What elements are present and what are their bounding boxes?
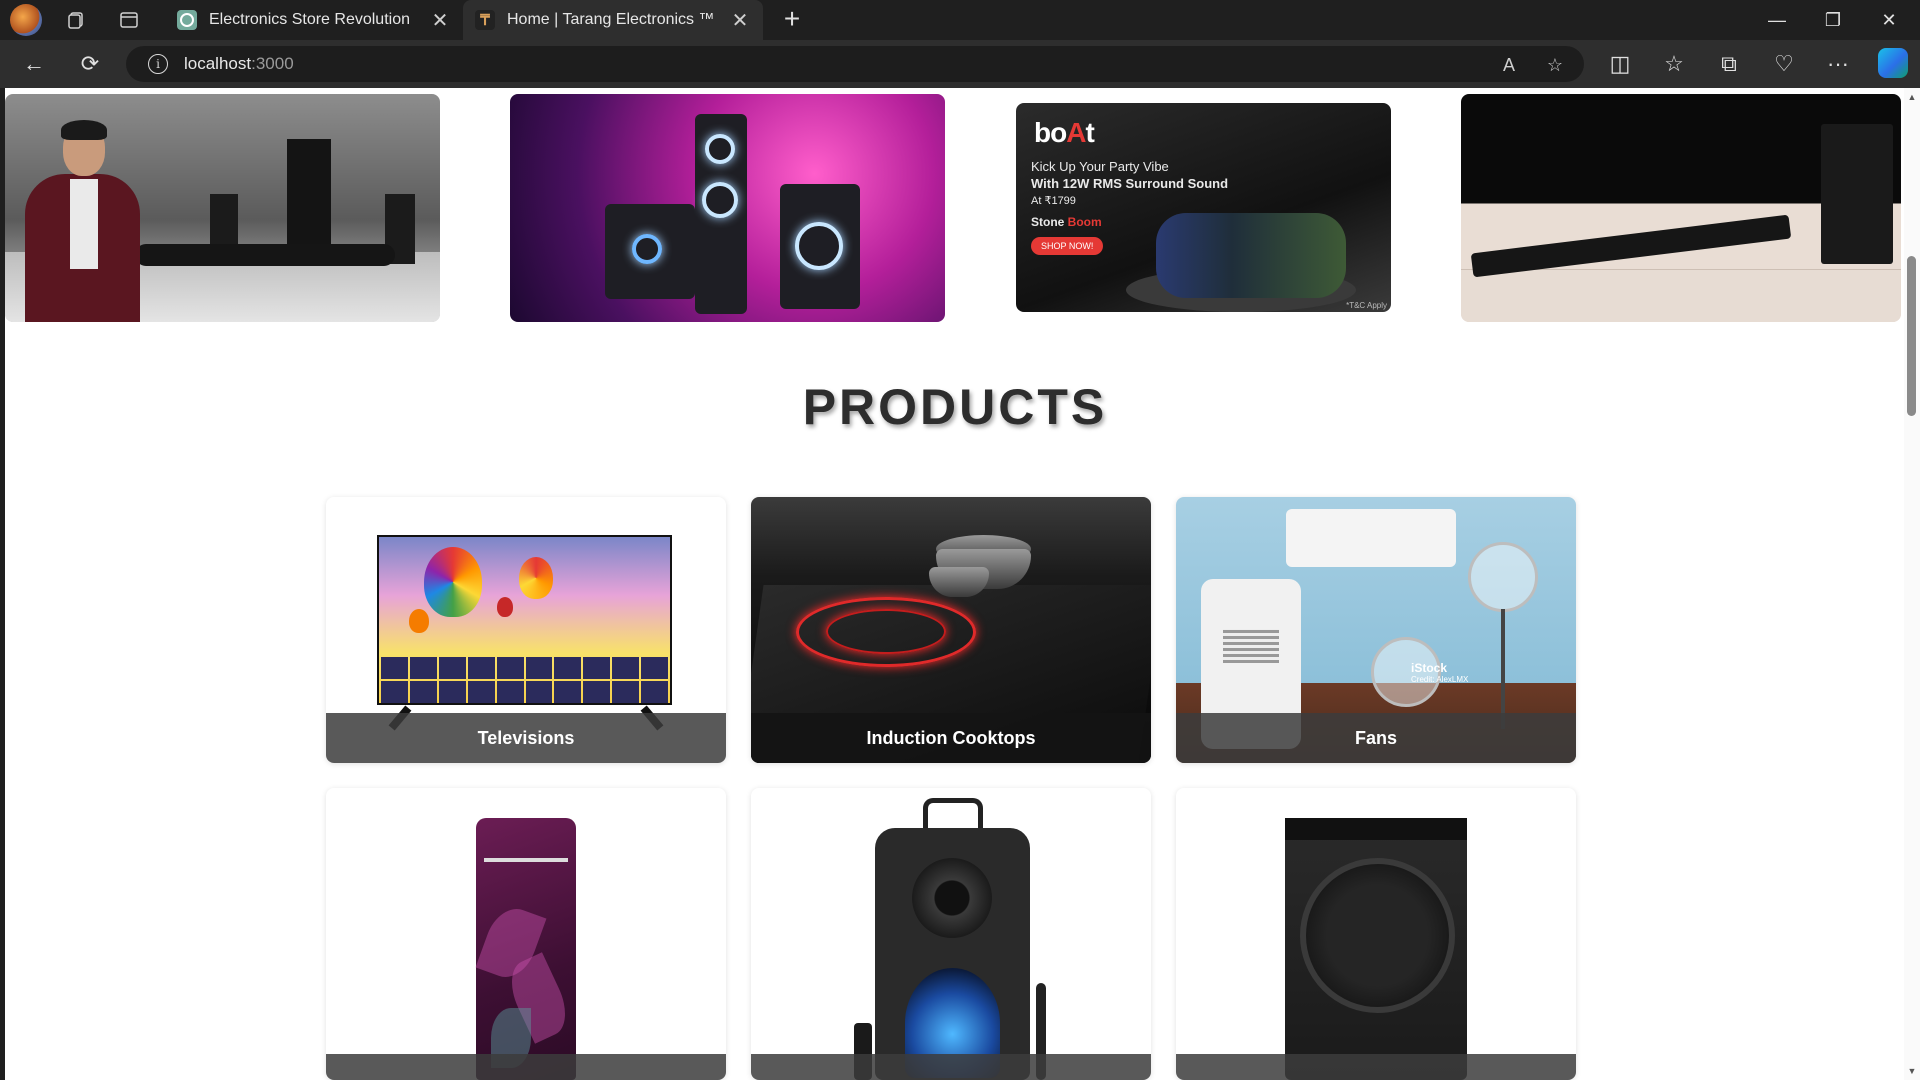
workspaces-icon[interactable] [62,6,92,34]
refrigerator-image [475,818,576,1080]
product-card-fans[interactable]: iStock Credit: AlexLMX Fans [1176,497,1576,763]
close-window-button[interactable]: ✕ [1862,0,1916,40]
browser-toolbar: ← ⟳ i localhost:3000 A ☆ ◫ ☆ ⧉ ♡ ··· [0,40,1920,88]
pedestal-fan-image [1468,542,1538,612]
product-label: Fans [1176,713,1576,763]
product-label: Televisions [326,713,726,763]
stone-speaker-image [1156,213,1346,298]
url-text: localhost:3000 [184,54,294,73]
speaker-ring [702,182,738,218]
product-card-washing-machines[interactable] [1176,788,1576,1080]
page-scrollbar[interactable]: ▲ ▼ [1904,88,1920,1080]
site-info-icon[interactable]: i [148,54,168,74]
speaker-ring [705,134,735,164]
scroll-down-icon[interactable]: ▼ [1907,1066,1917,1076]
product-label-bar [751,1054,1151,1080]
page-viewport: boAt Kick Up Your Party Vibe With 12W RM… [5,88,1920,1080]
new-tab-button[interactable]: + [776,4,808,36]
performance-icon[interactable]: ♡ [1766,48,1802,80]
banner-line: Kick Up Your Party Vibe [1031,159,1169,174]
subwoofer-image [1821,124,1893,264]
banner-boat-stone[interactable]: boAt Kick Up Your Party Vibe With 12W RM… [1016,103,1391,312]
watermark-text: iStock Credit: AlexLMX [1411,661,1469,684]
restore-button[interactable]: ❐ [1806,0,1860,40]
split-screen-icon[interactable]: ◫ [1602,48,1638,80]
cabinet-image [1461,269,1901,322]
air-conditioner-image [1286,509,1456,567]
profile-avatar[interactable] [10,4,42,36]
banner-product-name: Stone Boom [1031,215,1102,229]
tnc-text: *T&C Apply [1346,301,1387,310]
banner-price: At ₹1799 [1031,195,1076,207]
product-card-induction-cooktops[interactable]: Induction Cooktops [751,497,1151,763]
product-card-televisions[interactable]: Televisions [326,497,726,763]
page-title: PRODUCTS [802,379,1108,435]
tab-strip: Electronics Store Revolution ✕ ₸ Home | … [0,0,1920,40]
washing-machine-image [1285,818,1467,1080]
banner-soundbar[interactable] [1461,94,1901,322]
reload-button[interactable]: ⟳ [72,48,108,80]
product-card-speakers[interactable] [751,788,1151,1080]
product-label: Induction Cooktops [751,713,1151,763]
chatgpt-icon [177,10,197,30]
banner-home-theatre[interactable] [5,94,440,322]
tab-electronics-store-revolution[interactable]: Electronics Store Revolution ✕ [165,0,463,40]
minimize-button[interactable]: — [1750,0,1804,40]
speaker-ring [795,222,843,270]
speaker-ring [632,234,662,264]
vertical-tabs-icon[interactable] [114,6,144,34]
read-aloud-icon[interactable]: A [1496,52,1522,78]
scrollbar-thumb[interactable] [1907,256,1916,416]
party-speaker-image [875,798,1030,1080]
product-card-refrigerators[interactable] [326,788,726,1080]
address-bar[interactable]: i localhost:3000 A ☆ [126,46,1584,82]
soundbar-image [135,244,395,266]
subwoofer-image [287,139,331,244]
boat-logo: boAt [1034,117,1095,148]
collections-icon[interactable]: ⧉ [1711,48,1747,80]
favorites-icon[interactable]: ☆ [1656,48,1692,80]
speaker-image [210,194,238,250]
tab-tarang-home[interactable]: ₸ Home | Tarang Electronics ™ ✕ [463,0,763,40]
television-image [377,535,672,705]
soundbar-image [1470,214,1792,278]
favorite-star-icon[interactable]: ☆ [1542,52,1568,78]
tarang-icon: ₸ [475,10,495,30]
more-menu-icon[interactable]: ··· [1820,48,1856,80]
close-tab-icon[interactable]: ✕ [429,8,451,33]
product-label-bar [326,1054,726,1080]
tab-title: Home | Tarang Electronics ™ [507,11,715,28]
close-tab-icon[interactable]: ✕ [729,8,751,33]
tab-title: Electronics Store Revolution [209,11,410,28]
model-image [25,120,140,322]
scroll-up-icon[interactable]: ▲ [1907,92,1917,102]
back-button[interactable]: ← [16,48,52,80]
shop-now-button[interactable]: SHOP NOW! [1031,237,1104,255]
banner-party-speakers[interactable] [510,94,945,322]
banner-line: With 12W RMS Surround Sound [1031,176,1229,191]
copilot-icon[interactable] [1878,48,1908,78]
product-label-bar [1176,1054,1576,1080]
